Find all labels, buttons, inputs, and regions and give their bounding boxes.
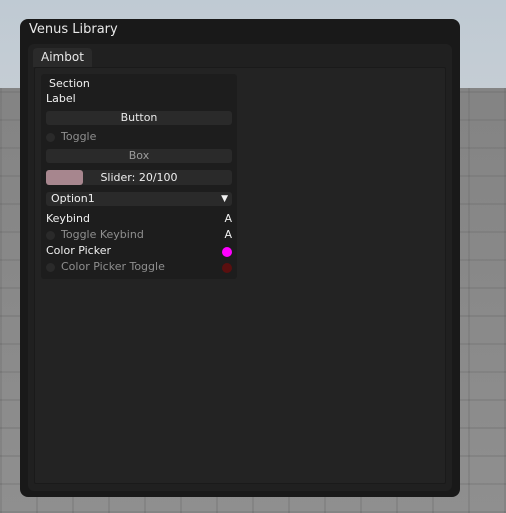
color-picker-toggle-label: Color Picker Toggle	[61, 260, 165, 273]
chevron-down-icon[interactable]: ▼	[221, 192, 228, 206]
slider-label: Slider: 20/100	[100, 171, 178, 184]
button[interactable]: Button	[46, 111, 232, 125]
toggle-indicator[interactable]	[46, 133, 55, 142]
tab-body: Section Label Button Toggle Box Slider: …	[34, 67, 446, 484]
window-content: Aimbot Section Label Button Toggle Box S…	[28, 44, 452, 491]
toggle-keybind[interactable]: Toggle Keybind A	[46, 228, 232, 242]
dropdown-selected: Option1	[51, 192, 95, 205]
text-box[interactable]: Box	[46, 149, 232, 163]
section-title: Section	[49, 77, 90, 90]
keybind[interactable]: Keybind A	[46, 212, 232, 226]
color-picker-toggle-indicator[interactable]	[46, 263, 55, 272]
library-window[interactable]: Venus Library Aimbot Section Label Butto…	[20, 19, 460, 497]
section-label: Label	[46, 92, 76, 105]
toggle-keybind-key[interactable]: A	[224, 228, 232, 242]
window-title: Venus Library	[29, 22, 118, 37]
toggle[interactable]: Toggle	[46, 130, 232, 144]
dropdown[interactable]: Option1 ▼	[46, 192, 232, 206]
color-picker-label: Color Picker	[46, 244, 111, 257]
toggle-keybind-indicator[interactable]	[46, 231, 55, 240]
color-picker-swatch[interactable]	[222, 247, 232, 257]
toggle-label: Toggle	[61, 130, 97, 143]
slider[interactable]: Slider: 20/100	[46, 170, 232, 185]
color-picker-toggle-swatch[interactable]	[222, 263, 232, 273]
color-picker[interactable]: Color Picker	[46, 244, 232, 258]
tab-aimbot[interactable]: Aimbot	[33, 48, 92, 67]
toggle-keybind-label: Toggle Keybind	[61, 228, 144, 241]
section-panel: Section Label Button Toggle Box Slider: …	[41, 74, 237, 279]
keybind-label: Keybind	[46, 212, 90, 225]
color-picker-toggle[interactable]: Color Picker Toggle	[46, 260, 232, 274]
keybind-key[interactable]: A	[224, 212, 232, 226]
